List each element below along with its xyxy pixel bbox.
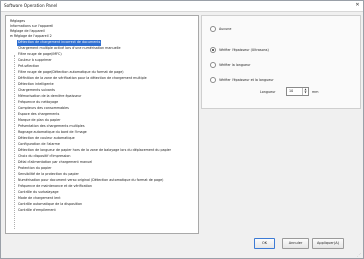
spin-buttons[interactable]: ▲ ▼: [302, 88, 308, 95]
dialog-window: Software Operation Panel ✕ Réglages Info…: [0, 0, 364, 259]
close-icon[interactable]: ✕: [354, 2, 361, 9]
tree-child-item[interactable]: Détection de longueur de papier hors de …: [17, 148, 172, 154]
length-label: Longueur: [260, 90, 276, 94]
tree-item-device-settings-2[interactable]: ⊟ Réglage de l'appareil 2: [10, 34, 52, 39]
tree-child-item[interactable]: Filtre rouge de page(Détection automatiq…: [17, 70, 125, 76]
tree-child-item[interactable]: Choix du dispositif d'impression: [17, 154, 71, 160]
ok-button[interactable]: OK: [254, 238, 275, 249]
tree-child-item[interactable]: Chargements suivants: [17, 88, 56, 94]
tree-child-item[interactable]: Pré-sélection: [17, 64, 40, 70]
tree-child-item[interactable]: Marque de plan du papier: [17, 118, 62, 124]
radio-none[interactable]: Aucune: [210, 26, 231, 32]
tree-child-item[interactable]: Numérisation pour document verso origina…: [17, 178, 164, 184]
radio-check-length[interactable]: Vérifier la longueur: [210, 62, 250, 68]
tree-child-item[interactable]: Contrôle d'empilement: [17, 208, 57, 214]
tree-child-item[interactable]: Fréquence du nettoyage: [17, 100, 59, 106]
tree-child-item[interactable]: Détection de chargement incorrect de doc…: [17, 40, 102, 46]
options-panel: Aucune Vérifier l'épaisseur (Ultrasons) …: [201, 15, 361, 232]
tree-child-item[interactable]: Définition de la zone de vérification po…: [17, 76, 148, 82]
tree-child-item[interactable]: Rognage automatique du bord de l'image: [17, 130, 88, 136]
apply-button[interactable]: Appliquer(A): [312, 238, 344, 249]
detection-options-group: Aucune Vérifier l'épaisseur (Ultrasons) …: [201, 15, 361, 109]
tree-child-item[interactable]: Configuration de l'alarme: [17, 142, 61, 148]
tree-child-item[interactable]: Détection intelligente: [17, 82, 55, 88]
window-title: Software Operation Panel: [4, 3, 58, 8]
tree-child-item[interactable]: Sensibilité de la protection du papier: [17, 172, 80, 178]
resize-grip-icon[interactable]: ⋰: [357, 252, 362, 257]
radio-circle[interactable]: [210, 62, 216, 68]
tree-child-item[interactable]: Filtre rouge de page(iMFC): [17, 52, 63, 58]
tree-child-item[interactable]: Fréquence de maintenance et de vérificat…: [17, 184, 93, 190]
length-spinbox[interactable]: 10 ▲ ▼: [286, 87, 309, 96]
tree-child-item[interactable]: Couleur à supprimer: [17, 58, 53, 64]
title-bar[interactable]: Software Operation Panel ✕: [1, 1, 363, 12]
tree-child-item[interactable]: Détection de couleur automatique: [17, 136, 76, 142]
radio-circle[interactable]: [210, 26, 216, 32]
tree-child-item[interactable]: Protection du papier: [17, 166, 52, 172]
tree-guide-line: [14, 55, 15, 229]
radio-circle[interactable]: [210, 47, 216, 53]
length-unit: mm: [312, 90, 319, 94]
tree-child-item[interactable]: Présentation des chargements multiples: [17, 124, 86, 130]
tree-child-item[interactable]: Espace des chargements: [17, 112, 60, 118]
tree-child-item[interactable]: Mode de chargement lent: [17, 196, 62, 202]
tree-child-item[interactable]: Délai d'alimentation par chargement manu…: [17, 160, 93, 166]
tree-child-item[interactable]: Contrôle du surbalayage: [17, 190, 60, 196]
tree-child-item[interactable]: Chargement multiple activé lors d'une nu…: [17, 46, 121, 52]
radio-check-thickness-and-length[interactable]: Vérifier l'épaisseur et la longueur: [210, 77, 274, 83]
length-value[interactable]: 10: [289, 89, 293, 93]
radio-check-thickness[interactable]: Vérifier l'épaisseur (Ultrasons): [210, 47, 269, 53]
tree-child-item[interactable]: Mémorisation de la dernière épaisseur: [17, 94, 82, 100]
tree-child-item[interactable]: Contrôle automatique de la disposition: [17, 202, 83, 208]
settings-tree[interactable]: Réglages Informations sur l'appareil Rég…: [5, 15, 199, 234]
radio-circle[interactable]: [210, 77, 216, 83]
cancel-button[interactable]: Annuler: [282, 238, 309, 249]
spin-down-icon[interactable]: ▼: [303, 91, 308, 94]
tree-child-item[interactable]: Compteurs des consommables: [17, 106, 70, 112]
